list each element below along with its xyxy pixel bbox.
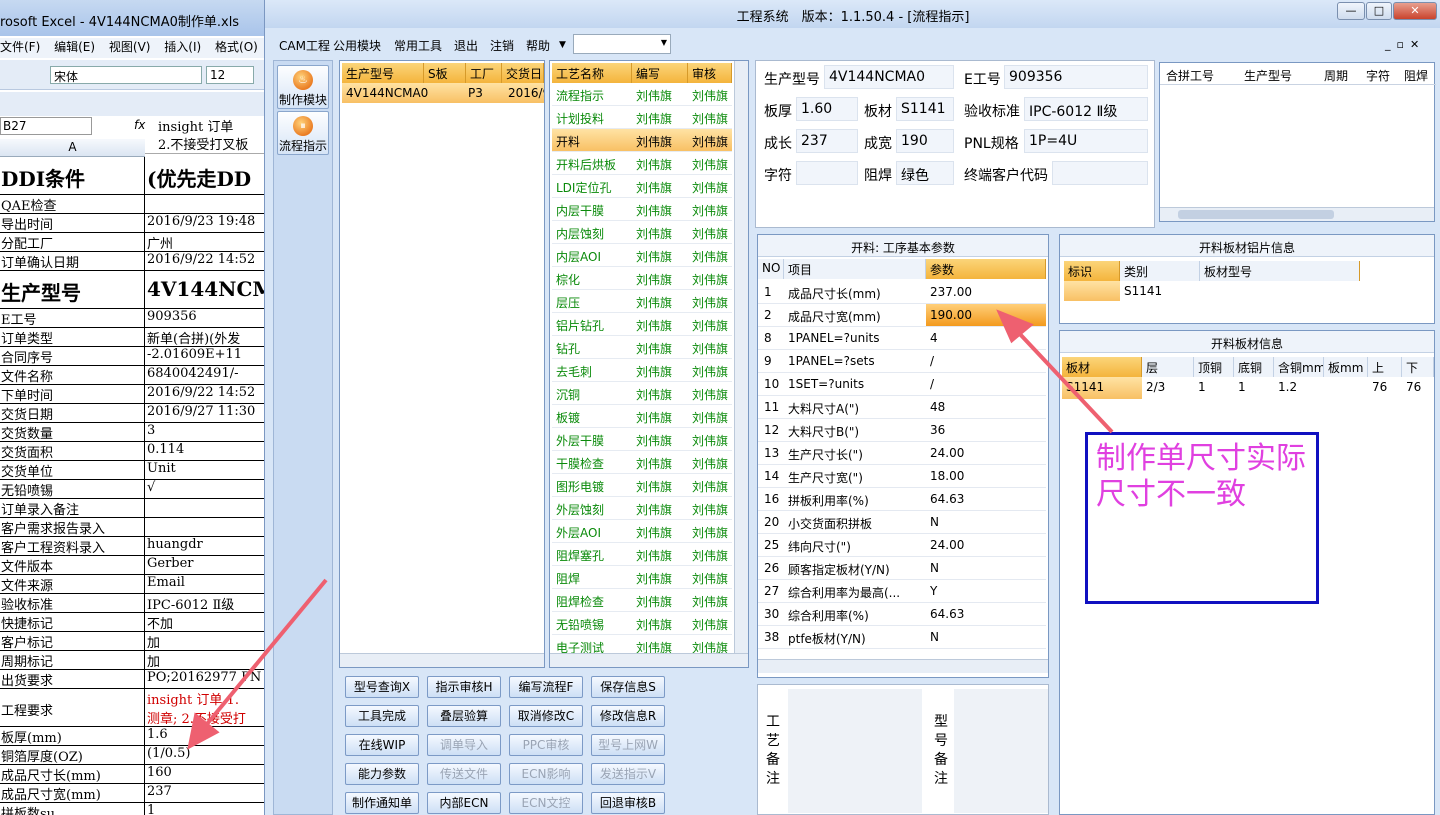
- annotation-arrows: [187, 309, 1114, 750]
- arrow-to-param: [1016, 330, 1114, 434]
- arrow-to-excel: [200, 578, 328, 732]
- arrow-head-param: [996, 309, 1034, 344]
